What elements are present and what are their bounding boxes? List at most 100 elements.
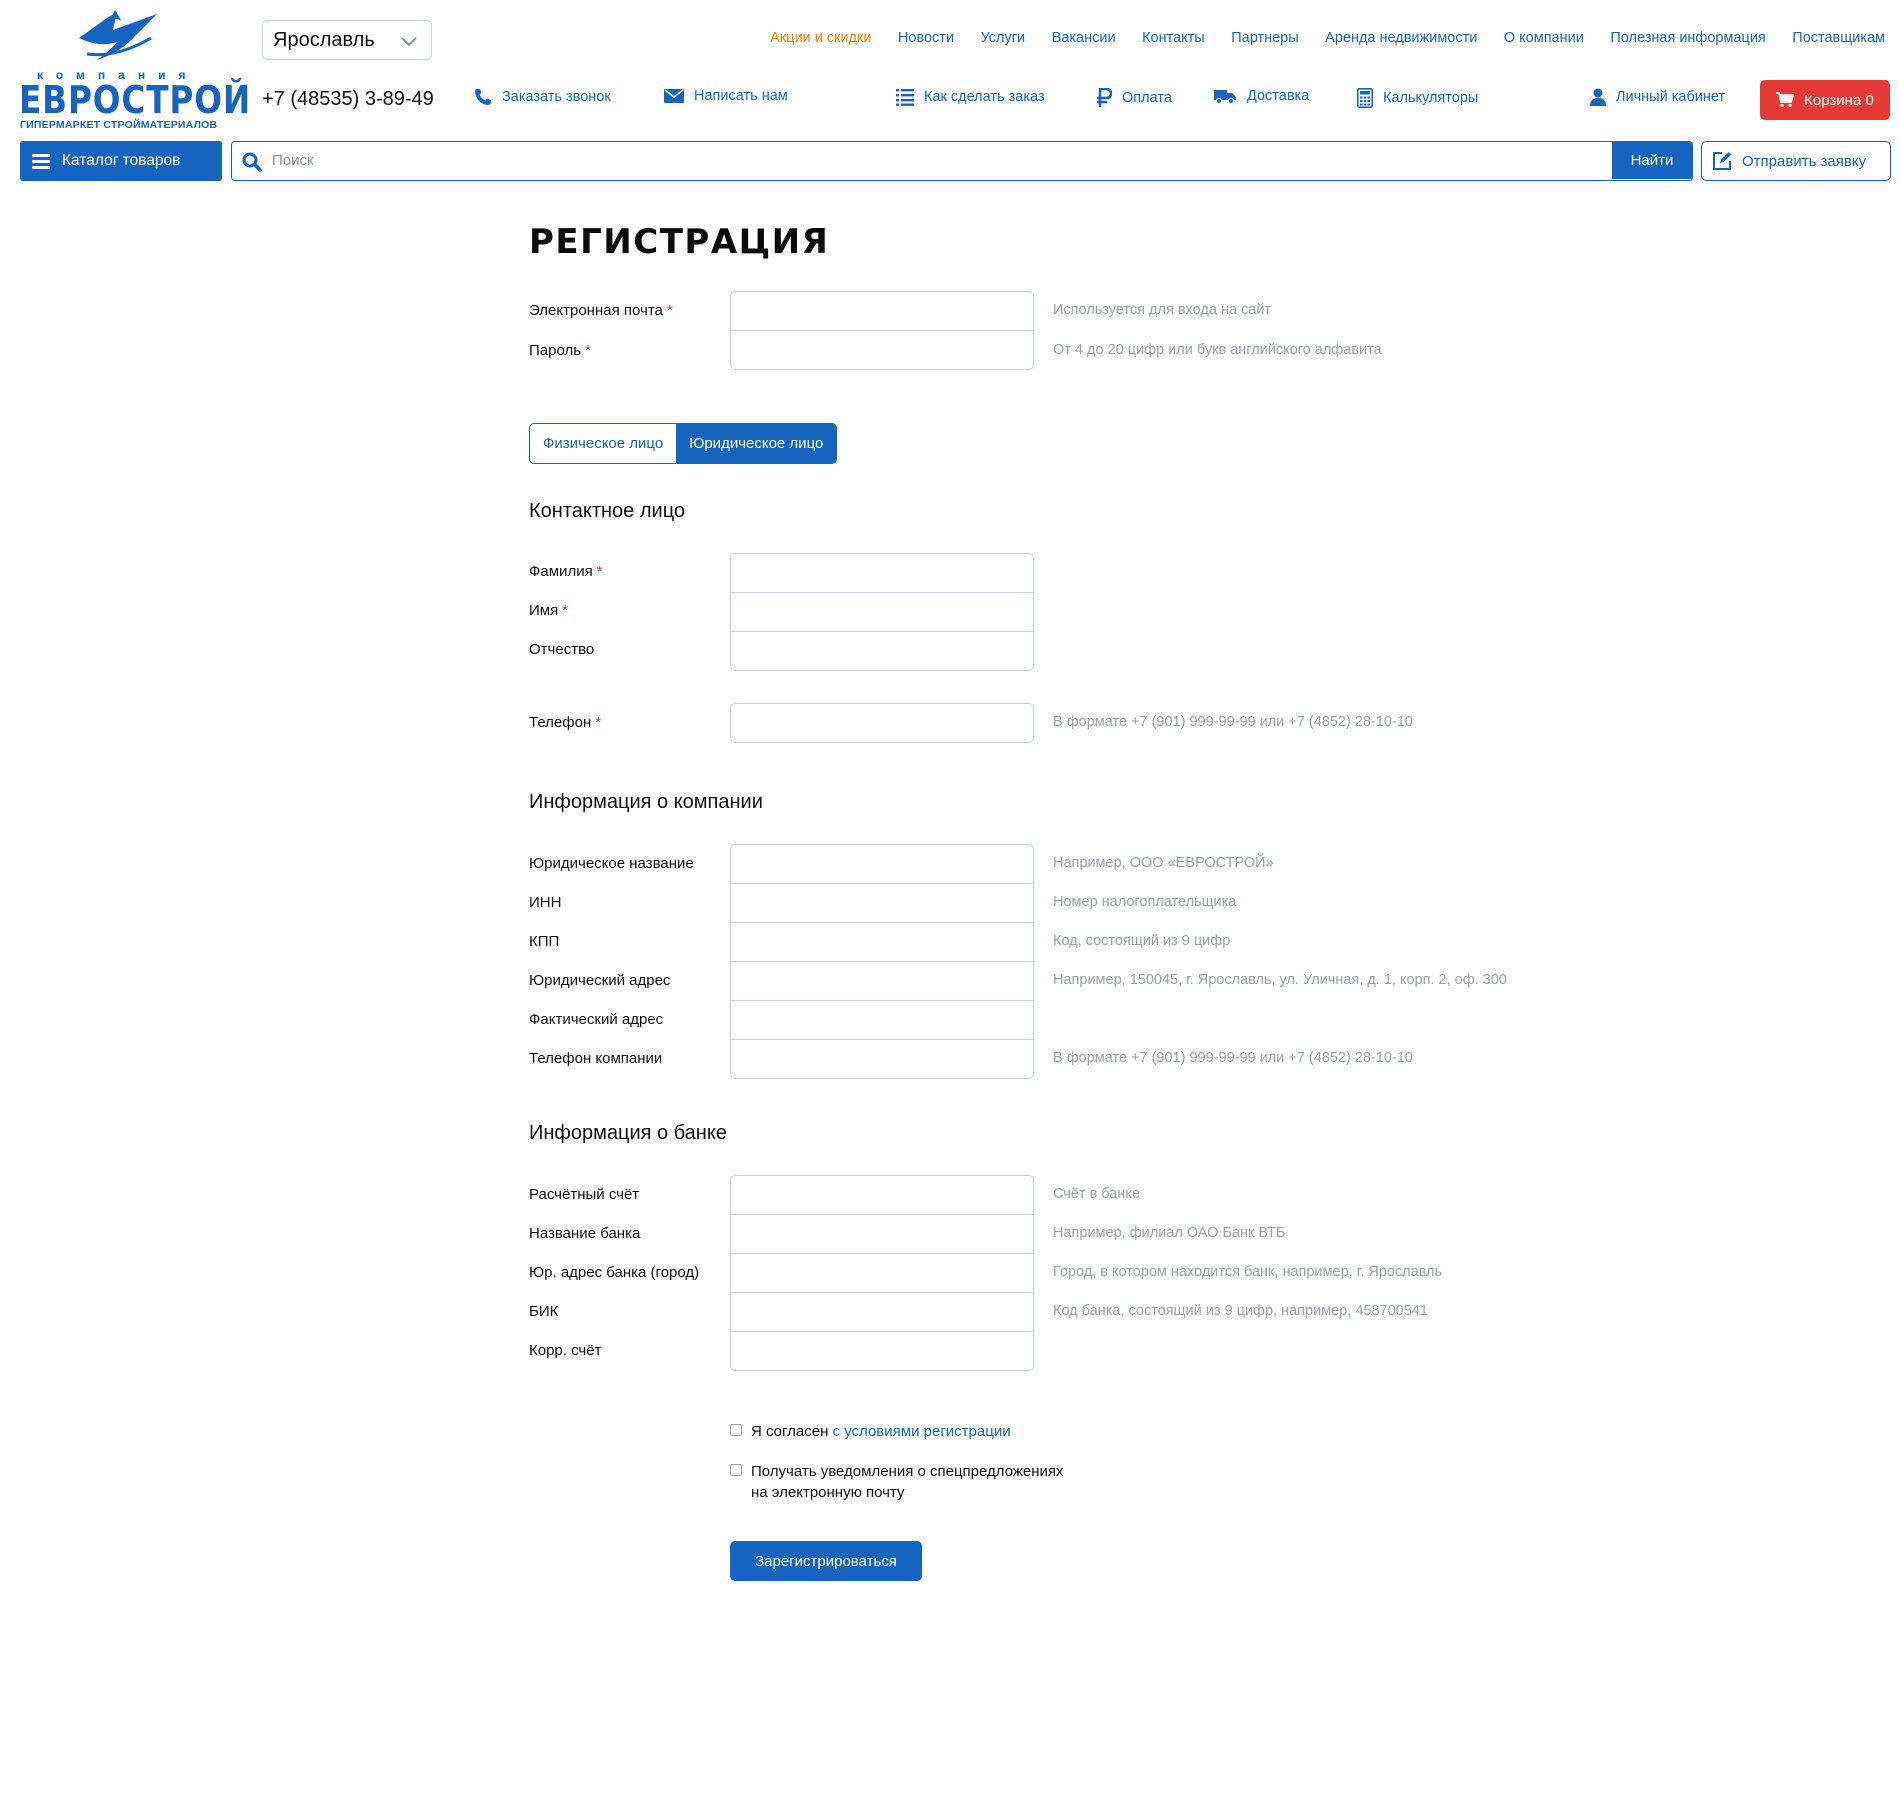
- nav-contacts[interactable]: Контакты: [1142, 30, 1205, 46]
- top-nav: Акции и скидки Новости Услуги Вакансии К…: [744, 30, 1885, 46]
- cart-button[interactable]: Корзина 0: [1760, 80, 1890, 120]
- terms-link[interactable]: с условиями регистрации: [833, 1423, 1011, 1440]
- notifications-checkbox[interactable]: Получать уведомления о спецпредложениях н…: [730, 1461, 1064, 1503]
- account-link[interactable]: Личный кабинет: [1590, 88, 1725, 106]
- contact-section-title: Контактное лицо: [529, 500, 686, 522]
- truck-icon: [1213, 88, 1237, 104]
- site-logo[interactable]: компания ЕВРОСТРОЙ ГИПЕРМАРКЕТ СТРОЙМАТЕ…: [19, 8, 250, 131]
- email-label: Электронная почта *: [529, 302, 673, 319]
- kpp-hint: Код, состоящий из 9 цифр: [1053, 933, 1231, 949]
- account-label: Расчётный счёт: [529, 1186, 640, 1203]
- write-us-label: Написать нам: [694, 88, 788, 104]
- required-mark: *: [595, 714, 602, 731]
- bank-name-field[interactable]: [730, 1214, 1034, 1254]
- catalog-button[interactable]: Каталог товаров: [20, 141, 222, 181]
- search-input[interactable]: [272, 142, 1592, 179]
- call-me-link[interactable]: Заказать звонок: [474, 88, 611, 106]
- inn-field[interactable]: [730, 883, 1034, 923]
- menu-icon: [32, 152, 50, 170]
- firstname-label-text: Имя: [529, 602, 559, 619]
- inn-hint: Номер налогоплательщика: [1053, 894, 1237, 910]
- legal-name-field[interactable]: [730, 844, 1034, 884]
- corr-account-label: Корр. счёт: [529, 1342, 602, 1359]
- required-mark: *: [666, 302, 673, 319]
- chevron-down-icon: [401, 37, 417, 47]
- phone-hint: В формате +7 (901) 999-99-99 или +7 (485…: [1053, 714, 1413, 730]
- password-field[interactable]: [730, 330, 1034, 370]
- send-request-button[interactable]: Отправить заявку: [1701, 141, 1891, 181]
- checkbox-box[interactable]: [730, 1464, 742, 1476]
- company-section-title: Информация о компании: [529, 791, 763, 813]
- middlename-label: Отчество: [529, 641, 595, 658]
- bank-section-title: Информация о банке: [529, 1122, 727, 1144]
- how-to-order-label: Как сделать заказ: [924, 89, 1045, 105]
- search-button[interactable]: Найти: [1612, 142, 1692, 179]
- send-request-label: Отправить заявку: [1742, 152, 1867, 170]
- bank-name-hint: Например, филиал ОАО Банк ВТБ: [1053, 1225, 1286, 1241]
- nav-services[interactable]: Услуги: [981, 30, 1026, 46]
- password-label: Пароль *: [529, 342, 591, 359]
- legal-name-label: Юридическое название: [529, 855, 694, 872]
- nav-suppliers[interactable]: Поставщикам: [1792, 30, 1885, 46]
- delivery-label: Доставка: [1247, 88, 1310, 104]
- nav-rent[interactable]: Аренда недвижимости: [1325, 30, 1477, 46]
- nav-partners[interactable]: Партнеры: [1231, 30, 1298, 46]
- phone-field[interactable]: [730, 703, 1034, 743]
- mail-icon: [664, 89, 684, 103]
- toggle-individual[interactable]: Физическое лицо: [530, 424, 677, 463]
- call-me-label: Заказать звонок: [502, 89, 611, 105]
- list-icon: [896, 88, 914, 106]
- city-select[interactable]: Ярославль: [262, 20, 432, 60]
- logo-tagline: ГИПЕРМАРКЕТ СТРОЙМАТЕРИАЛОВ: [20, 119, 218, 131]
- actual-address-field[interactable]: [730, 1000, 1034, 1040]
- kpp-field[interactable]: [730, 922, 1034, 962]
- required-mark: *: [562, 602, 569, 619]
- legal-address-label: Юридический адрес: [529, 972, 671, 989]
- lastname-field[interactable]: [730, 553, 1034, 593]
- bank-address-field[interactable]: [730, 1253, 1034, 1293]
- edit-icon: [1712, 151, 1732, 171]
- cart-icon: [1776, 92, 1795, 108]
- legal-address-field[interactable]: [730, 961, 1034, 1001]
- corr-account-field[interactable]: [730, 1331, 1034, 1371]
- calculator-icon: [1357, 88, 1373, 108]
- firstname-label: Имя *: [529, 602, 568, 619]
- kpp-label: КПП: [529, 933, 560, 950]
- middlename-field[interactable]: [730, 631, 1034, 671]
- email-field[interactable]: [730, 291, 1034, 331]
- toggle-legal-entity[interactable]: Юридическое лицо: [676, 424, 837, 463]
- delivery-link[interactable]: Доставка: [1213, 88, 1309, 104]
- bik-field[interactable]: [730, 1292, 1034, 1332]
- nav-news[interactable]: Новости: [898, 30, 954, 46]
- how-to-order-link[interactable]: Как сделать заказ: [896, 88, 1045, 106]
- write-us-link[interactable]: Написать нам: [664, 88, 788, 104]
- agree-text: Я согласен: [751, 1423, 829, 1440]
- city-select-value: Ярославль: [273, 28, 375, 51]
- notify-line-2: на электронную почту: [751, 1484, 905, 1501]
- logo-brand-name: ЕВРОСТРОЙ: [19, 78, 252, 122]
- nav-vacancies[interactable]: Вакансии: [1052, 30, 1116, 46]
- company-phone-label: Телефон компании: [529, 1050, 663, 1067]
- nav-about[interactable]: О компании: [1504, 30, 1584, 46]
- catalog-label: Каталог товаров: [62, 152, 181, 169]
- checkbox-box[interactable]: [730, 1424, 742, 1436]
- register-button[interactable]: Зарегистрироваться: [730, 1541, 922, 1581]
- bik-hint: Код банка, состоящий из 9 цифр, например…: [1053, 1303, 1428, 1319]
- settlement-account-field[interactable]: [730, 1175, 1034, 1215]
- required-mark: *: [596, 563, 603, 580]
- inn-label: ИНН: [529, 894, 562, 911]
- email-hint: Используется для входа на сайт: [1053, 302, 1272, 318]
- user-icon: [1590, 88, 1606, 106]
- search-icon: [242, 152, 262, 177]
- company-phone-field[interactable]: [730, 1039, 1034, 1079]
- payment-link[interactable]: Оплата: [1096, 88, 1172, 108]
- nav-useful-info[interactable]: Полезная информация: [1610, 30, 1765, 46]
- nav-promotions[interactable]: Акции и скидки: [770, 30, 871, 46]
- agree-terms-checkbox[interactable]: Я согласен с условиями регистрации: [730, 1421, 1011, 1442]
- cart-label: Корзина 0: [1804, 91, 1874, 109]
- firstname-field[interactable]: [730, 592, 1034, 632]
- header-phone[interactable]: +7 (48535) 3-89-49: [262, 88, 434, 111]
- lastname-label-text: Фамилия: [529, 563, 593, 580]
- calculators-link[interactable]: Калькуляторы: [1357, 88, 1478, 108]
- phone-label-text: Телефон: [529, 714, 592, 731]
